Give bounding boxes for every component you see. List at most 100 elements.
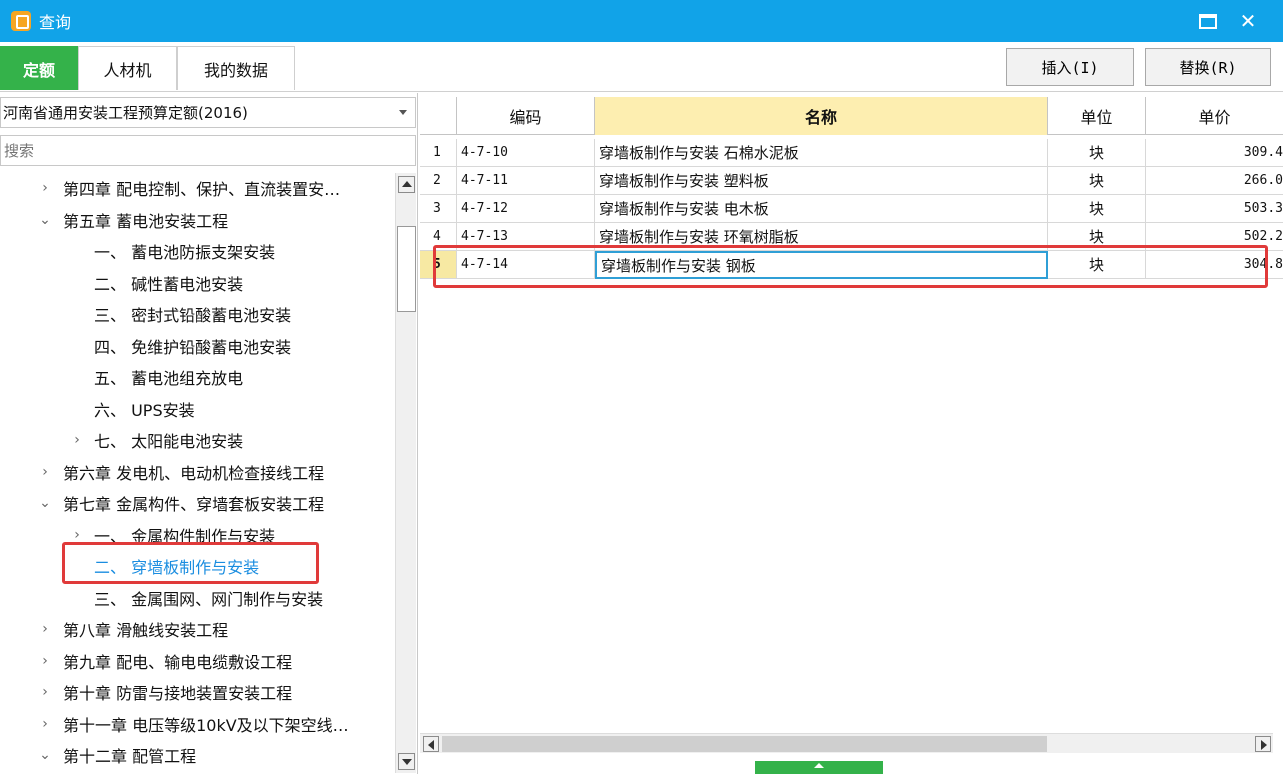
tree-item[interactable]: › 第四章 配电控制、保护、直流装置安… bbox=[0, 173, 395, 203]
chevron-right-icon[interactable]: › bbox=[38, 684, 52, 700]
row-index[interactable]: 1 bbox=[420, 139, 457, 167]
table-row[interactable]: 4 4-7-13 穿墙板制作与安装 环氧树脂板块 502.2 bbox=[420, 223, 1283, 251]
scroll-thumb[interactable] bbox=[397, 226, 416, 312]
chevron-right-icon[interactable]: › bbox=[38, 716, 52, 732]
app-icon bbox=[11, 11, 31, 31]
row-price[interactable]: 309.4 bbox=[1146, 139, 1283, 167]
tree-item[interactable]: › 一、 金属构件制作与安装 bbox=[0, 520, 395, 550]
quota-grid: 编码 名称 单位 单价 1 4-7-10 穿墙板制作与安装 石棉水泥板块 309.4 2… bbox=[420, 97, 1283, 757]
tree-item[interactable]: ⌄ 第七章 金属构件、穿墙套板安装工程 bbox=[0, 488, 395, 518]
row-unit[interactable]: 块 bbox=[1048, 167, 1146, 195]
row-index[interactable]: 4 bbox=[420, 223, 457, 251]
chevron-right-icon[interactable]: › bbox=[38, 653, 52, 669]
tree-item[interactable]: › 第六章 发电机、电动机检查接线工程 bbox=[0, 457, 395, 487]
chapter-tree: › 第四章 配电控制、保护、直流装置安… ⌄ 第五章 蓄电池安装工程一、 蓄电池防振支… bbox=[0, 173, 395, 774]
tree-item-label: 第七章 金属构件、穿墙套板安装工程 bbox=[63, 495, 325, 514]
scroll-right-icon[interactable] bbox=[1255, 736, 1271, 752]
col-header-code[interactable]: 编码 bbox=[457, 97, 595, 135]
tree-item-label: 第四章 配电控制、保护、直流装置安… bbox=[63, 180, 341, 199]
chevron-right-icon[interactable]: › bbox=[38, 180, 52, 196]
table-row[interactable]: 3 4-7-12 穿墙板制作与安装 电木板块 503.3 bbox=[420, 195, 1283, 223]
tree-item-label: 第十一章 电压等级10kV及以下架空线… bbox=[63, 715, 349, 735]
tree-item-label: 第十章 防雷与接地装置安装工程 bbox=[63, 684, 293, 703]
tree-item[interactable]: 六、 UPS安装 bbox=[0, 394, 395, 424]
tree-item[interactable]: 四、 免维护铅酸蓄电池安装 bbox=[0, 331, 395, 361]
replace-button[interactable]: 替换(R) bbox=[1145, 48, 1271, 86]
library-select[interactable]: 河南省通用安装工程预算定额(2016) bbox=[0, 97, 416, 128]
table-row[interactable]: 1 4-7-10 穿墙板制作与安装 石棉水泥板块 309.4 bbox=[420, 139, 1283, 167]
tab-my-data[interactable]: 我的数据 bbox=[177, 46, 295, 90]
tree-scrollbar[interactable] bbox=[395, 173, 416, 773]
row-index[interactable]: 2 bbox=[420, 167, 457, 195]
tree-item[interactable]: 一、 蓄电池防振支架安装 bbox=[0, 236, 395, 266]
row-code[interactable]: 4-7-14 bbox=[457, 251, 595, 279]
tree-item-label: 第十二章 配管工程 bbox=[63, 747, 197, 766]
scroll-thumb[interactable] bbox=[442, 736, 1047, 752]
row-index[interactable]: 3 bbox=[420, 195, 457, 223]
insert-button[interactable]: 插入(I) bbox=[1006, 48, 1134, 86]
col-header-price[interactable]: 单价 bbox=[1146, 97, 1283, 135]
tree-item[interactable]: 二、 穿墙板制作与安装 bbox=[0, 551, 395, 581]
row-unit[interactable]: 块 bbox=[1048, 251, 1146, 279]
panel-expand-handle[interactable] bbox=[755, 761, 883, 774]
table-row[interactable]: 5 4-7-14 穿墙板制作与安装 钢板块 304.8 bbox=[420, 251, 1283, 279]
row-unit[interactable]: 块 bbox=[1048, 195, 1146, 223]
chevron-right-icon[interactable]: › bbox=[70, 432, 84, 448]
tree-item[interactable]: › 七、 太阳能电池安装 bbox=[0, 425, 395, 455]
tab-quota[interactable]: 定额 bbox=[0, 46, 78, 90]
row-name[interactable]: 穿墙板制作与安装 钢板 bbox=[595, 251, 1048, 279]
col-header-unit[interactable]: 单位 bbox=[1048, 97, 1146, 135]
row-index[interactable]: 5 bbox=[420, 251, 457, 279]
chevron-right-icon[interactable]: › bbox=[70, 527, 84, 543]
row-name[interactable]: 穿墙板制作与安装 塑料板 bbox=[595, 167, 1048, 195]
row-code[interactable]: 4-7-13 bbox=[457, 223, 595, 251]
tree-item[interactable]: 三、 密封式铅酸蓄电池安装 bbox=[0, 299, 395, 329]
row-unit[interactable]: 块 bbox=[1048, 139, 1146, 167]
row-price[interactable]: 266.0 bbox=[1146, 167, 1283, 195]
chevron-right-icon[interactable]: › bbox=[38, 464, 52, 480]
chevron-right-icon[interactable]: › bbox=[38, 621, 52, 637]
tree-item[interactable]: 五、 蓄电池组充放电 bbox=[0, 362, 395, 392]
scroll-left-icon[interactable] bbox=[423, 736, 439, 752]
tree-item[interactable]: › 第十一章 电压等级10kV及以下架空线… bbox=[0, 709, 395, 739]
row-unit[interactable]: 块 bbox=[1048, 223, 1146, 251]
library-select-value: 河南省通用安装工程预算定额(2016) bbox=[3, 104, 248, 122]
row-name[interactable]: 穿墙板制作与安装 石棉水泥板 bbox=[595, 139, 1048, 167]
row-code[interactable]: 4-7-10 bbox=[457, 139, 595, 167]
minimize-icon[interactable] bbox=[1190, 0, 1226, 42]
row-name[interactable]: 穿墙板制作与安装 环氧树脂板 bbox=[595, 223, 1048, 251]
scroll-down-icon[interactable] bbox=[398, 753, 415, 770]
table-row[interactable]: 2 4-7-11 穿墙板制作与安装 塑料板块 266.0 bbox=[420, 167, 1283, 195]
tree-item-label: 第五章 蓄电池安装工程 bbox=[63, 211, 229, 231]
tree-item[interactable]: › 第九章 配电、输电电缆敷设工程 bbox=[0, 646, 395, 676]
chevron-down-icon[interactable]: ⌄ bbox=[38, 747, 52, 763]
chevron-down-icon[interactable]: ⌄ bbox=[38, 212, 52, 228]
scroll-up-icon[interactable] bbox=[398, 176, 415, 193]
chevron-down-icon[interactable] bbox=[399, 110, 407, 115]
row-price[interactable]: 502.2 bbox=[1146, 223, 1283, 251]
chevron-down-icon[interactable]: ⌄ bbox=[38, 495, 52, 511]
tree-item-label: 三、 金属围网、网门制作与安装 bbox=[94, 589, 324, 609]
row-code[interactable]: 4-7-11 bbox=[457, 167, 595, 195]
tree-item[interactable]: ⌄ 第十二章 配管工程 bbox=[0, 740, 395, 770]
tree-item[interactable]: 二、 碱性蓄电池安装 bbox=[0, 268, 395, 298]
col-header-name[interactable]: 名称 bbox=[595, 97, 1048, 135]
search-input[interactable] bbox=[0, 135, 416, 166]
row-code[interactable]: 4-7-12 bbox=[457, 195, 595, 223]
tree-item[interactable]: 三、 金属围网、网门制作与安装 bbox=[0, 583, 395, 613]
tab-resources[interactable]: 人材机 bbox=[78, 46, 177, 90]
tree-item-label: 一、 金属构件制作与安装 bbox=[94, 526, 276, 546]
tree-item[interactable]: ⌄ 第五章 蓄电池安装工程 bbox=[0, 205, 395, 235]
grid-header: 编码 名称 单位 单价 bbox=[420, 97, 1283, 135]
close-icon[interactable]: ✕ bbox=[1230, 0, 1266, 42]
tree-item-label: 第六章 发电机、电动机检查接线工程 bbox=[63, 463, 325, 483]
tree-item[interactable]: › 第八章 滑触线安装工程 bbox=[0, 614, 395, 644]
tree-item[interactable]: › 第十章 防雷与接地装置安装工程 bbox=[0, 677, 395, 707]
tree-item-label: 第八章 滑触线安装工程 bbox=[63, 621, 229, 640]
grid-horizontal-scrollbar[interactable] bbox=[420, 733, 1273, 753]
tree-item-label: 四、 免维护铅酸蓄电池安装 bbox=[94, 337, 292, 357]
row-name[interactable]: 穿墙板制作与安装 电木板 bbox=[595, 195, 1048, 223]
tree-item-label: 第九章 配电、输电电缆敷设工程 bbox=[63, 652, 293, 672]
row-price[interactable]: 503.3 bbox=[1146, 195, 1283, 223]
row-price[interactable]: 304.8 bbox=[1146, 251, 1283, 279]
